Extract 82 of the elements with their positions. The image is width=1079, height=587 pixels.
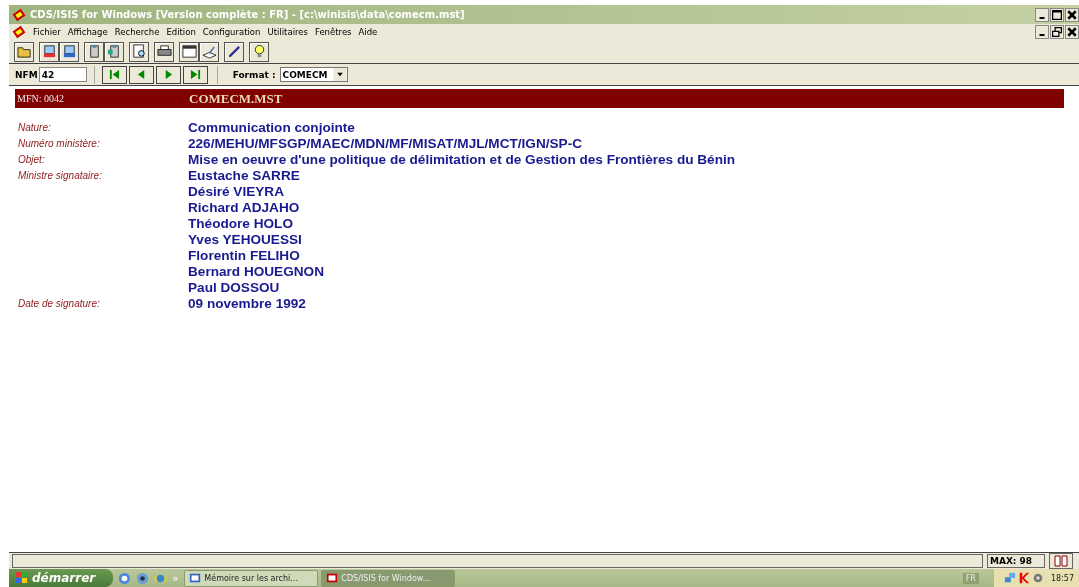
field-label: Numéro ministère: xyxy=(18,137,101,151)
restore-icon xyxy=(1052,27,1062,37)
taskbar-button[interactable]: Mémoire sur les archi... xyxy=(184,569,319,587)
app-icon[interactable] xyxy=(12,25,26,39)
windows-logo-icon xyxy=(15,571,29,585)
minimize-button[interactable] xyxy=(1035,7,1049,22)
antivirus-icon[interactable] xyxy=(1017,572,1030,584)
window-title: CDS/ISIS for Windows [Version complète : FR] - [c:\winisis\data\comecm.mst] xyxy=(30,9,465,20)
minimize-button[interactable] xyxy=(1035,25,1049,39)
print-button[interactable] xyxy=(154,41,174,62)
clip-button[interactable] xyxy=(84,41,104,62)
restore-button[interactable] xyxy=(1050,25,1064,39)
field-value: Bernard HOUEGNON xyxy=(188,264,324,280)
hand-button[interactable] xyxy=(199,41,219,62)
next-record-button[interactable] xyxy=(155,65,181,84)
record-title: COMECM.MST xyxy=(189,90,283,107)
menu-item[interactable]: Recherche xyxy=(114,27,160,37)
field-value: 226/MEHU/MFSGP/MAEC/MDN/MF/MISAT/MJL/MCT/IGN/SP-C xyxy=(188,136,582,152)
clock: 18:57 xyxy=(1050,573,1074,583)
close-button[interactable] xyxy=(1065,25,1079,39)
last-icon xyxy=(189,69,201,80)
pencil-icon xyxy=(226,44,242,59)
maximize-icon xyxy=(1052,9,1062,20)
preview-button[interactable] xyxy=(129,41,149,62)
minimize-icon xyxy=(1039,34,1045,36)
menu-item[interactable]: Fichier xyxy=(33,27,61,37)
field-label: Date de signature: xyxy=(18,297,101,311)
preview-icon xyxy=(131,44,147,59)
field-value: Communication conjointe xyxy=(188,120,355,136)
app-icon xyxy=(12,7,26,22)
previous-icon xyxy=(135,69,147,80)
first-icon xyxy=(108,69,120,80)
field-value: Paul DOSSOU xyxy=(188,280,281,296)
mfn-label: MFN: 0042 xyxy=(17,93,65,104)
folder-button[interactable] xyxy=(14,41,34,62)
menu-item[interactable]: Edition xyxy=(166,27,196,37)
folder-icon xyxy=(16,44,32,59)
format-label: Format : xyxy=(232,69,276,80)
field-value: Yves YEHOUESSI xyxy=(188,232,303,248)
document-icon xyxy=(61,44,77,59)
txt-button[interactable] xyxy=(39,41,59,62)
minimize-icon xyxy=(1039,16,1045,19)
speaker-icon[interactable] xyxy=(1031,572,1044,584)
printer-icon xyxy=(156,44,172,59)
book-icon xyxy=(1049,553,1073,569)
rtf-button[interactable] xyxy=(59,41,79,62)
bulb-button[interactable] xyxy=(249,41,269,62)
first-record-button[interactable] xyxy=(101,65,127,84)
field-label: Nature: xyxy=(18,121,52,135)
menu-item[interactable]: Utilitaires xyxy=(267,27,308,37)
field-value: Richard ADJAHO xyxy=(188,200,301,216)
window-icon xyxy=(181,44,197,59)
menu-item[interactable]: Fenêtres xyxy=(314,27,352,37)
menu-item[interactable]: Aide xyxy=(358,27,378,37)
max-records-label: MAX: 98 xyxy=(987,554,1045,568)
field-label: Objet: xyxy=(18,153,46,167)
previous-record-button[interactable] xyxy=(128,65,154,84)
document-icon xyxy=(41,44,57,59)
app-icon xyxy=(326,572,339,584)
field-value: Mise en oeuvre d'une politique de délimitation et de Gestion des Frontières du Bénin xyxy=(188,152,736,168)
menu-item[interactable]: Affichage xyxy=(67,27,108,37)
window-button[interactable] xyxy=(179,41,199,62)
menu-item[interactable]: Configuration xyxy=(202,27,261,37)
field-value: Désiré VIEYRA xyxy=(188,184,285,200)
field-value: Florentin FELIHO xyxy=(188,248,301,264)
format-dropdown[interactable]: COMECM xyxy=(279,67,349,82)
maximize-button[interactable] xyxy=(1050,7,1064,22)
close-button[interactable] xyxy=(1065,7,1079,22)
pen-icon xyxy=(201,44,217,59)
field-value: Théodore HOLO xyxy=(188,216,294,232)
field-value: 09 novembre 1992 xyxy=(188,296,306,312)
field-label: Ministre signataire: xyxy=(18,169,103,183)
network-icon[interactable] xyxy=(1003,572,1016,584)
start-button[interactable]: démarrer xyxy=(9,569,114,587)
clip2-button[interactable] xyxy=(104,41,124,62)
app-icon xyxy=(189,572,202,584)
field-value: Eustache SARRE xyxy=(188,168,301,184)
nfm-label: NFM xyxy=(15,69,38,80)
last-record-button[interactable] xyxy=(182,65,208,84)
pencil-button[interactable] xyxy=(224,41,244,62)
clipboard-icon xyxy=(106,44,122,59)
nfm-field[interactable]: 42 xyxy=(38,67,87,82)
